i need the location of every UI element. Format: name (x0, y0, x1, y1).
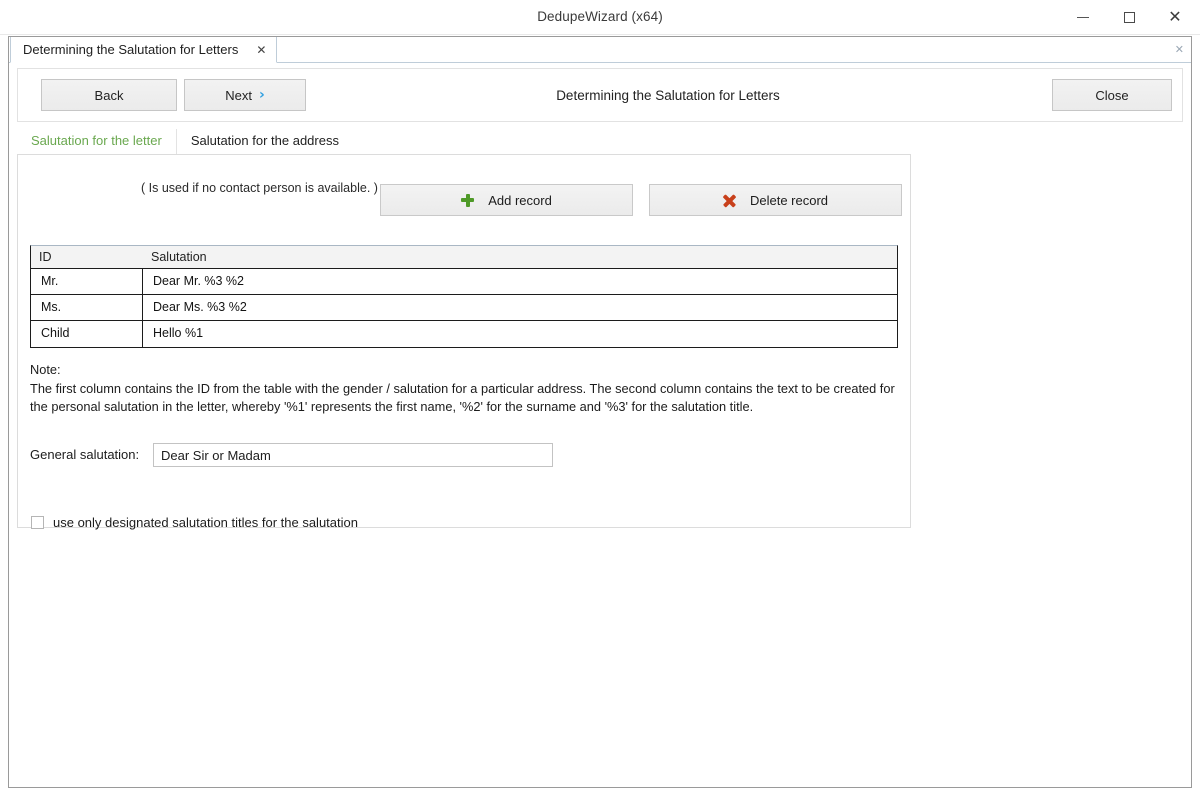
document-tab-close-icon[interactable]: ✕ (256, 43, 266, 57)
table-row[interactable]: Mr. Dear Mr. %3 %2 (31, 269, 897, 295)
close-wizard-button[interactable]: Close (1052, 79, 1172, 111)
maximize-icon (1124, 12, 1135, 23)
back-button[interactable]: Back (41, 79, 177, 111)
column-header-salutation[interactable]: Salutation (143, 246, 897, 268)
next-button-label: Next (225, 88, 252, 103)
x-mark-icon (723, 194, 736, 207)
wizard-navigation-bar: Back Next › Determining the Salutation f… (17, 68, 1183, 122)
minimize-icon (1077, 17, 1089, 18)
main-frame: Determining the Salutation for Letters ✕… (8, 36, 1192, 788)
document-tab-strip: Determining the Salutation for Letters ✕… (9, 37, 1191, 63)
next-button[interactable]: Next › (184, 79, 306, 111)
general-salutation-row: General salutation: (30, 443, 890, 467)
column-header-id[interactable]: ID (31, 246, 143, 268)
cell-id[interactable]: Mr. (31, 269, 143, 294)
cell-id[interactable]: Child (31, 321, 143, 347)
note-label: Note: (30, 361, 898, 380)
document-tab-label: Determining the Salutation for Letters (23, 42, 238, 57)
designated-salutation-titles-label: use only designated salutation titles fo… (53, 515, 358, 530)
table-row[interactable]: Child Hello %1 (31, 321, 897, 347)
tab-salutation-for-the-address[interactable]: Salutation for the address (176, 129, 353, 155)
salutation-letter-panel: Add record Delete record ID Salutation M… (17, 154, 911, 528)
checkbox-icon[interactable] (31, 516, 44, 529)
window-title: DedupeWizard (x64) (0, 0, 1200, 34)
tab-salutation-for-the-address-label: Salutation for the address (191, 133, 339, 148)
note-text: The first column contains the ID from th… (30, 380, 898, 417)
back-button-label: Back (95, 88, 124, 103)
maximize-button[interactable] (1106, 0, 1152, 34)
delete-record-label: Delete record (750, 193, 828, 208)
minimize-button[interactable] (1060, 0, 1106, 34)
general-salutation-input[interactable] (153, 443, 553, 467)
add-record-label: Add record (488, 193, 552, 208)
tab-strip-close-icon[interactable]: ✕ (1175, 43, 1184, 56)
designated-salutation-titles-checkbox-row[interactable]: use only designated salutation titles fo… (31, 515, 358, 530)
tab-salutation-for-the-letter-label: Salutation for the letter (31, 133, 162, 148)
chevron-right-icon: › (259, 88, 265, 102)
close-wizard-button-label: Close (1095, 88, 1128, 103)
close-icon: ✕ (1168, 9, 1181, 25)
table-header-row: ID Salutation (31, 246, 897, 269)
wizard-page-title: Determining the Salutation for Letters (358, 69, 978, 123)
application-window: DedupeWizard (x64) ✕ Determining the Sal… (0, 0, 1200, 800)
tab-salutation-for-the-letter[interactable]: Salutation for the letter (17, 129, 176, 155)
plus-icon (461, 194, 474, 207)
general-salutation-hint: ( Is used if no contact person is availa… (141, 181, 378, 195)
cell-salutation[interactable]: Dear Mr. %3 %2 (143, 269, 897, 294)
delete-record-button[interactable]: Delete record (649, 184, 902, 216)
cell-id[interactable]: Ms. (31, 295, 143, 320)
cell-salutation[interactable]: Hello %1 (143, 321, 897, 347)
cell-salutation[interactable]: Dear Ms. %3 %2 (143, 295, 897, 320)
sub-tab-bar: Salutation for the letter Salutation for… (17, 129, 1183, 155)
title-bar: DedupeWizard (x64) ✕ (0, 0, 1200, 35)
table-row[interactable]: Ms. Dear Ms. %3 %2 (31, 295, 897, 321)
add-record-button[interactable]: Add record (380, 184, 633, 216)
window-close-button[interactable]: ✕ (1152, 0, 1198, 34)
note-block: Note: The first column contains the ID f… (30, 361, 898, 417)
salutation-table[interactable]: ID Salutation Mr. Dear Mr. %3 %2 Ms. Dea… (30, 245, 898, 348)
document-tab-determining-salutation[interactable]: Determining the Salutation for Letters ✕ (10, 37, 277, 63)
general-salutation-label: General salutation: (30, 443, 139, 467)
